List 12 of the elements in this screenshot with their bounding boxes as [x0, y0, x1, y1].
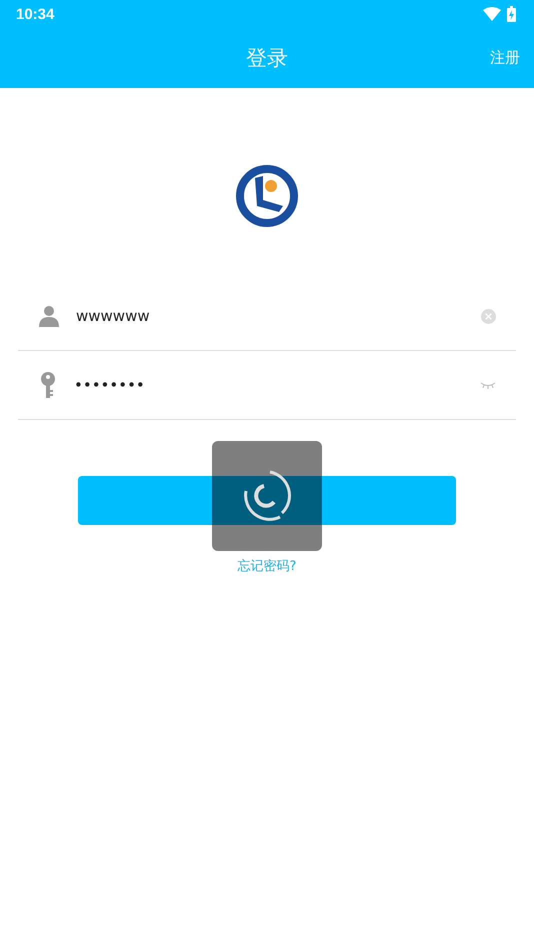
wifi-icon: [483, 7, 501, 21]
password-field[interactable]: ••••••••: [74, 376, 464, 394]
battery-icon: [507, 6, 516, 22]
logo-icon: [235, 164, 299, 228]
login-button[interactable]: [78, 476, 456, 525]
status-time: 10:34: [16, 6, 54, 22]
username-field[interactable]: wwwwww: [76, 307, 465, 325]
key-icon: [38, 372, 58, 398]
user-icon: [38, 305, 60, 327]
closed-eye-icon[interactable]: [480, 381, 496, 389]
page-title: 登录: [246, 45, 288, 72]
clear-icon[interactable]: [481, 308, 496, 324]
